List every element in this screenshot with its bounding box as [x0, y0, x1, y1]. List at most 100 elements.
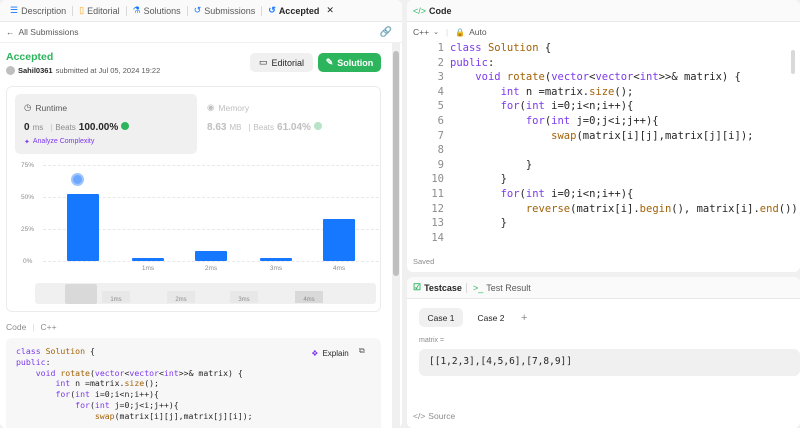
tab-editorial[interactable]: ▯ Editorial: [73, 0, 125, 22]
code-line: public:: [16, 356, 51, 367]
y-tick-label: 0%: [23, 258, 33, 265]
line-number: 12: [431, 202, 444, 215]
code-line[interactable]: public:: [450, 57, 494, 69]
terminal-icon: >_: [472, 282, 484, 293]
submitted-time: submitted at Jul 05, 2024 19:22: [55, 66, 161, 75]
add-case-button[interactable]: +: [521, 312, 527, 324]
y-tick-label: 75%: [21, 162, 35, 169]
book-icon: ▯: [79, 5, 85, 15]
editorial-button[interactable]: ▭ Editorial: [250, 53, 313, 72]
copy-icon[interactable]: ⧉: [359, 346, 365, 356]
clock-icon: ◷: [24, 102, 32, 112]
chevron-down-icon[interactable]: ⌄: [433, 28, 439, 36]
explain-button[interactable]: ❖ Explain: [306, 344, 354, 363]
author-name[interactable]: Sahil0361: [18, 66, 53, 75]
variable-label: matrix =: [419, 337, 445, 344]
memory-value-row: 8.63 MB | Beats 61.04%: [207, 122, 322, 133]
code-editor-panel: </> Code C++ ⌄ | 🔒 Auto 1 class Solution …: [407, 0, 800, 272]
code-editor[interactable]: 1 class Solution { 2 public: 3 void rotate(v…: [407, 42, 800, 247]
scrollbar[interactable]: [392, 43, 400, 428]
breadcrumb: ← All Submissions 🔗: [0, 22, 402, 43]
line-number: 11: [431, 188, 444, 200]
code-line[interactable]: for(int j=0;j<i;j++){: [450, 115, 659, 127]
solution-icon: ✎: [325, 57, 334, 67]
code-line[interactable]: void rotate(vector<vector<int>>& matrix)…: [450, 71, 741, 83]
close-icon[interactable]: ✕: [326, 5, 334, 16]
tab-testcase[interactable]: ☑ Testcase: [413, 277, 466, 299]
editor-title: Code: [429, 5, 452, 16]
mini-bar: 3ms: [230, 291, 258, 303]
line-number: 14: [431, 231, 444, 244]
code-line: for(int j=0;j<i;j++){: [75, 399, 179, 410]
sparkle-icon: ✦: [24, 139, 30, 146]
editor-toolbar: C++ ⌄ | 🔒 Auto: [413, 27, 487, 37]
code-icon: </>: [413, 5, 427, 16]
tab-description[interactable]: ☰ Description: [4, 0, 72, 22]
code-line: swap(matrix[i][j],matrix[j][i]);: [94, 410, 253, 421]
mode-label[interactable]: Auto: [469, 27, 487, 37]
chart-bar[interactable]: [195, 250, 227, 261]
selected-marker: [71, 173, 84, 186]
code-line[interactable]: }: [450, 173, 507, 185]
code-line[interactable]: class Solution {: [450, 42, 551, 54]
left-tab-bar: ☰ Description ▯ Editorial ⚗ Solutions ↺ Subm…: [0, 0, 402, 22]
chart-bar[interactable]: [67, 194, 99, 261]
gridline: [43, 165, 379, 166]
input-value: [[1,2,3],[4,5,6],[7,8,9]]: [429, 356, 572, 367]
line-number: 1: [437, 42, 444, 54]
code-line[interactable]: swap(matrix[i][j],matrix[j][i]);: [450, 130, 753, 142]
code-line: for(int i=0;i<n;i++){: [55, 389, 159, 400]
x-tick-label: 1ms: [141, 265, 155, 272]
all-submissions-link[interactable]: All Submissions: [19, 27, 79, 37]
analyze-complexity-link[interactable]: ✦ Analyze Complexity: [24, 138, 94, 146]
line-number: 2: [437, 56, 444, 69]
scroll-content: Accepted Sahil0361 submitted at Jul 05, …: [0, 43, 392, 428]
testcase-panel: ☑ Testcase >_ Test Result Case 1 Case 2 + …: [407, 277, 800, 428]
line-number: 9: [437, 158, 444, 171]
saved-status: Saved: [413, 257, 435, 266]
code-line[interactable]: reverse(matrix[i].begin(), matrix[i].end…: [450, 203, 800, 215]
case-1-tab[interactable]: Case 1: [419, 308, 463, 327]
scrollbar-thumb[interactable]: [393, 51, 399, 276]
chart-bar[interactable]: [132, 258, 164, 261]
language-select[interactable]: C++: [413, 27, 429, 37]
input-field[interactable]: [[1,2,3],[4,5,6],[7,8,9]]: [419, 349, 800, 376]
code-line[interactable]: for(int i=0;i<n;i++){: [450, 100, 634, 112]
y-tick-label: 25%: [21, 226, 35, 233]
memory-box[interactable]: ◉ Memory 8.63 MB | Beats 61.04%: [201, 94, 376, 154]
case-2-tab[interactable]: Case 2: [469, 308, 513, 327]
arrow-left-icon[interactable]: ←: [6, 27, 15, 37]
checkbox-icon: ☑: [413, 282, 422, 292]
mini-bar: 4ms: [295, 291, 323, 303]
flask-icon: ⚗: [132, 5, 141, 15]
source-link[interactable]: </> Source: [413, 411, 455, 421]
code-line[interactable]: int n =matrix.size();: [450, 86, 634, 98]
code-line[interactable]: }: [450, 217, 507, 229]
line-number: 13: [431, 217, 444, 230]
tab-test-result[interactable]: >_ Test Result: [467, 277, 537, 299]
code-line[interactable]: }: [450, 159, 532, 171]
runtime-box[interactable]: ◷ Runtime 0 ms | Beats 100.00% ✦ Analyze C…: [15, 94, 197, 154]
chart-bar[interactable]: [323, 218, 355, 261]
tab-solutions[interactable]: ⚗ Solutions: [127, 0, 187, 22]
beats-emoji-icon: [121, 122, 130, 130]
line-number: 3: [437, 71, 444, 84]
editor-scrollbar[interactable]: [791, 50, 795, 74]
code-line: class Solution {: [16, 346, 95, 356]
range-slider[interactable]: 1ms 2ms 3ms 4ms: [35, 283, 376, 304]
solution-button[interactable]: ✎ Solution: [318, 53, 381, 72]
left-panel: ☰ Description ▯ Editorial ⚗ Solutions ↺ Subm…: [0, 0, 402, 428]
chart-bar[interactable]: [260, 258, 292, 261]
slider-handle[interactable]: [65, 284, 97, 304]
code-line[interactable]: for(int i=0;i<n;i++){: [450, 188, 634, 200]
memory-value: 8.63: [207, 122, 227, 133]
x-tick-label: 4ms: [332, 265, 346, 272]
link-icon[interactable]: 🔗: [380, 27, 392, 38]
author-line: Sahil0361 submitted at Jul 05, 2024 19:2…: [6, 66, 160, 75]
line-number: 7: [437, 129, 444, 142]
tab-accepted[interactable]: ↺ Accepted ✕: [262, 0, 340, 22]
code-icon: </>: [413, 411, 426, 421]
runtime-beats: 100.00%: [78, 122, 119, 133]
tab-submissions[interactable]: ↺ Submissions: [188, 0, 262, 22]
line-number: 8: [437, 144, 444, 157]
